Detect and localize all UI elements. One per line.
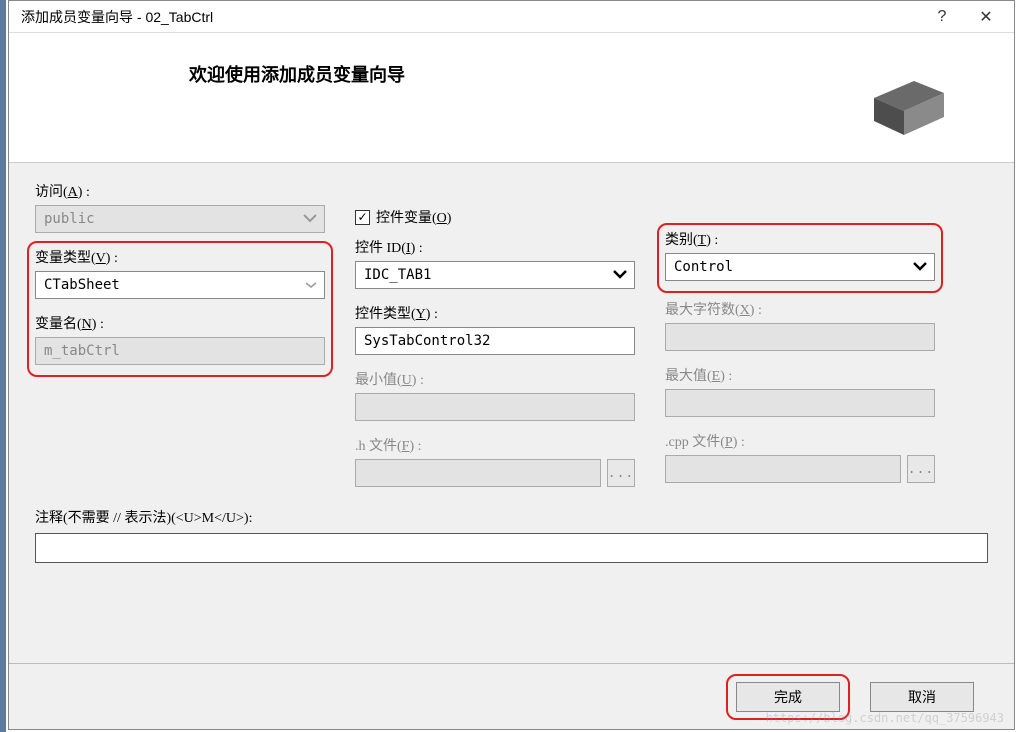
control-var-checkbox-row[interactable]: ✓ 控件变量(O) <box>355 207 635 227</box>
h-file-input <box>355 459 601 487</box>
h-file-browse-button: ... <box>607 459 635 487</box>
max-chars-label: 最大字符数(X) : <box>665 299 935 319</box>
control-id-select[interactable]: IDC_TAB1 <box>355 261 635 289</box>
control-type-input: SysTabControl32 <box>355 327 635 355</box>
finish-button[interactable]: 完成 <box>736 682 840 712</box>
box-icon <box>864 63 954 146</box>
header-panel: 欢迎使用添加成员变量向导 <box>9 33 1014 163</box>
min-val-label: 最小值(U) : <box>355 369 635 389</box>
chevron-down-icon <box>612 267 628 283</box>
highlight-var-type-name: 变量类型(V) : CTabSheet 变量名(N) : <box>27 241 333 377</box>
titlebar: 添加成员变量向导 - 02_TabCtrl ? ✕ <box>9 1 1014 33</box>
chevron-down-icon <box>302 211 318 227</box>
control-type-label: 控件类型(Y) : <box>355 303 635 323</box>
chevron-down-icon <box>912 259 928 275</box>
window-title: 添加成员变量向导 - 02_TabCtrl <box>21 7 920 27</box>
wizard-dialog: 添加成员变量向导 - 02_TabCtrl ? ✕ 欢迎使用添加成员变量向导 访… <box>8 0 1015 730</box>
max-val-label: 最大值(E) : <box>665 365 935 385</box>
max-val-input <box>665 389 935 417</box>
watermark: https://blog.csdn.net/qq_37596943 <box>766 711 1004 725</box>
control-var-label: 控件变量(O) <box>376 207 451 227</box>
var-type-select[interactable]: CTabSheet <box>35 271 325 299</box>
var-name-label: 变量名(N) : <box>35 313 325 333</box>
category-select[interactable]: Control <box>665 253 935 281</box>
max-chars-input <box>665 323 935 351</box>
content-area: 访问(A) : public 变量类型(V) : <box>9 163 1014 573</box>
cpp-file-label: .cpp 文件(P) : <box>665 431 935 451</box>
cpp-file-input <box>665 455 901 483</box>
comment-label: 注释(不需要 // 表示法)(<U>M</U>): <box>35 507 988 527</box>
close-button[interactable]: ✕ <box>964 3 1008 31</box>
chevron-down-icon <box>304 277 318 293</box>
category-label: 类别(T) : <box>665 229 935 249</box>
cancel-button[interactable]: 取消 <box>870 682 974 712</box>
highlight-category: 类别(T) : Control <box>657 223 943 293</box>
cpp-file-browse-button: ... <box>907 455 935 483</box>
h-file-label: .h 文件(F) : <box>355 435 635 455</box>
control-id-label: 控件 ID(I) : <box>355 237 635 257</box>
access-select[interactable]: public <box>35 205 325 233</box>
var-type-label: 变量类型(V) : <box>35 247 325 267</box>
var-name-input[interactable]: m_tabCtrl <box>35 337 325 365</box>
access-label: 访问(A) : <box>35 181 325 201</box>
page-heading: 欢迎使用添加成员变量向导 <box>189 61 405 87</box>
help-button[interactable]: ? <box>920 3 964 31</box>
comment-input[interactable] <box>35 533 988 563</box>
control-var-checkbox[interactable]: ✓ <box>355 210 370 225</box>
min-val-input <box>355 393 635 421</box>
